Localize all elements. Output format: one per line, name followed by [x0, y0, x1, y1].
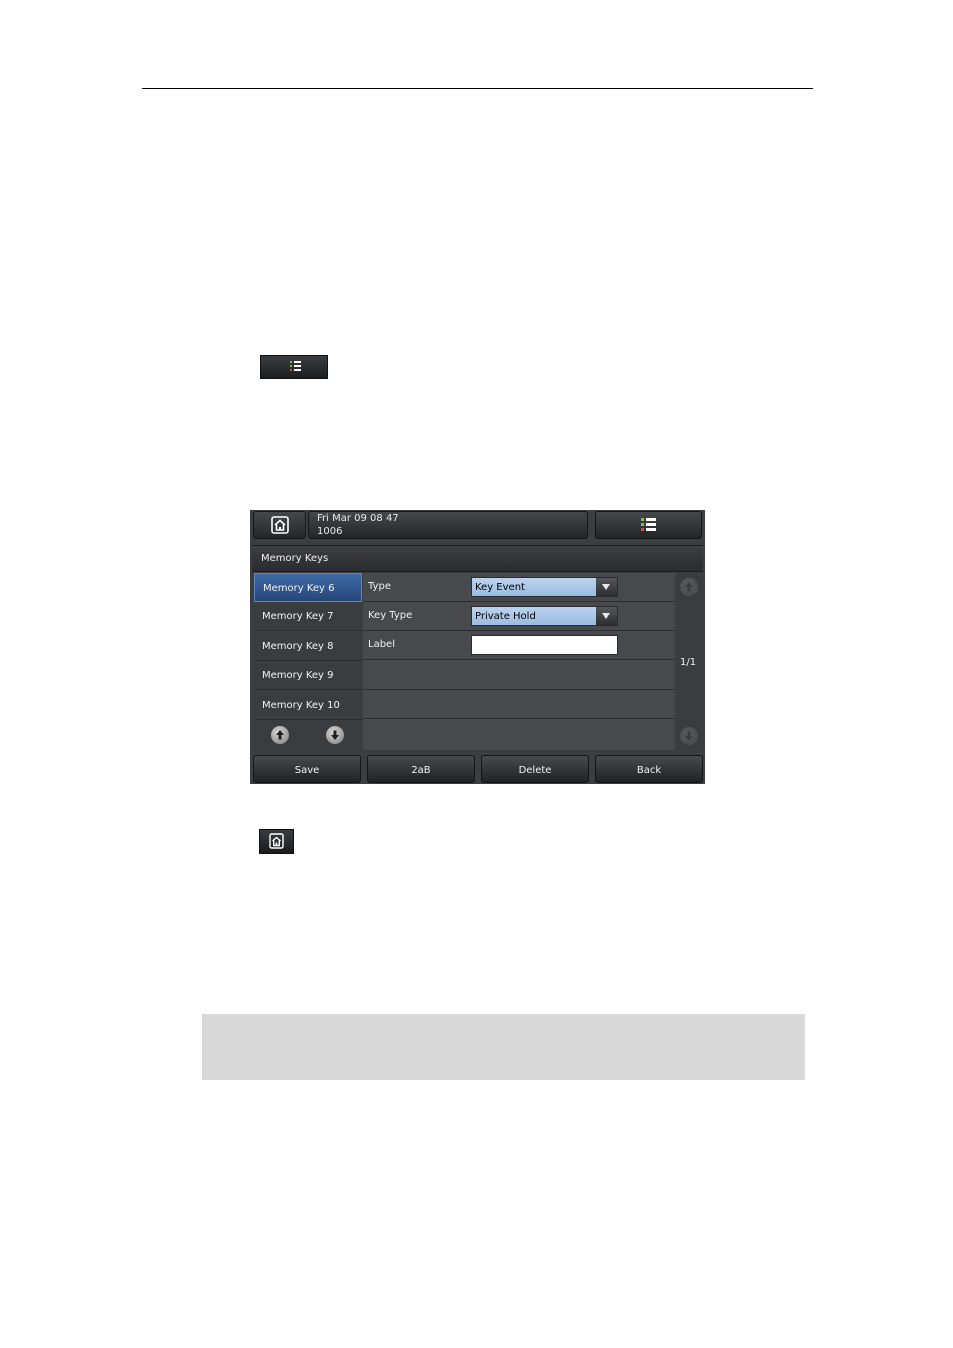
header-rule [142, 88, 813, 89]
empty-row [363, 720, 675, 750]
type-label: Type [368, 581, 391, 592]
softkey-label: Back [636, 765, 662, 776]
key-type-select[interactable]: Private Hold [471, 606, 618, 626]
phone-screen: Fri Mar 09 08 47 1006 Memory Keys Memory… [250, 510, 705, 784]
page-up-button[interactable] [680, 578, 698, 596]
list-item-label: Memory Key 7 [262, 611, 334, 622]
page-indicator: 1/1 [680, 657, 697, 668]
memory-key-item-9[interactable]: Memory Key 9 [254, 661, 362, 690]
arrow-up-icon [685, 582, 693, 592]
list-item-label: Memory Key 6 [263, 583, 335, 594]
softkey-label: 2aB [411, 765, 431, 776]
memory-key-item-6[interactable]: Memory Key 6 [254, 573, 362, 602]
key-settings-panel: Type Key Event Key Type Private Hold Lab… [363, 573, 675, 750]
home-button[interactable] [253, 511, 306, 539]
page-scroll-column: 1/1 [676, 573, 702, 750]
softkey-label: Save [294, 765, 320, 776]
home-button-illustration [259, 829, 294, 854]
type-value: Key Event [475, 582, 525, 593]
account-text: 1006 [317, 526, 343, 537]
label-input[interactable] [471, 635, 618, 655]
list-menu-icon [641, 518, 656, 531]
home-icon [271, 516, 289, 534]
list-down-button[interactable] [326, 726, 344, 744]
delete-softkey[interactable]: Delete [481, 755, 589, 783]
triangle-down-icon [596, 607, 617, 625]
menu-button-illustration [260, 355, 328, 379]
datetime-text: Fri Mar 09 08 47 [317, 513, 399, 524]
key-type-label: Key Type [368, 610, 413, 621]
list-up-button[interactable] [271, 726, 289, 744]
empty-row [363, 690, 675, 719]
input-mode-softkey[interactable]: 2aB [367, 755, 475, 783]
softkey-label: Delete [518, 765, 552, 776]
key-type-value: Private Hold [475, 611, 536, 622]
arrow-up-icon [276, 730, 284, 740]
triangle-down-icon [596, 578, 617, 596]
screen-title-bar: Memory Keys [252, 545, 703, 572]
empty-row [363, 661, 675, 690]
list-item-label: Memory Key 10 [262, 700, 340, 711]
screen-title: Memory Keys [261, 553, 329, 564]
home-icon [269, 833, 284, 849]
list-scroll-controls [254, 720, 362, 750]
label-row: Label [363, 631, 675, 660]
list-item-label: Memory Key 8 [262, 641, 334, 652]
back-softkey[interactable]: Back [595, 755, 703, 783]
type-select[interactable]: Key Event [471, 577, 618, 597]
memory-key-item-8[interactable]: Memory Key 8 [254, 632, 362, 661]
list-menu-icon [290, 361, 301, 371]
arrow-down-icon [685, 731, 693, 741]
memory-key-item-7[interactable]: Memory Key 7 [254, 602, 362, 631]
status-bar: Fri Mar 09 08 47 1006 [308, 511, 588, 539]
memory-key-item-10[interactable]: Memory Key 10 [254, 691, 362, 720]
page-down-button[interactable] [680, 727, 698, 745]
key-type-row: Key Type Private Hold [363, 602, 675, 631]
type-row: Type Key Event [363, 573, 675, 602]
save-softkey[interactable]: Save [253, 755, 361, 783]
memory-key-list: Memory Key 6 Memory Key 7 Memory Key 8 M… [254, 573, 362, 750]
list-item-label: Memory Key 9 [262, 670, 334, 681]
label-label: Label [368, 639, 395, 650]
note-box [202, 1014, 805, 1080]
menu-button[interactable] [595, 511, 702, 539]
arrow-down-icon [331, 730, 339, 740]
